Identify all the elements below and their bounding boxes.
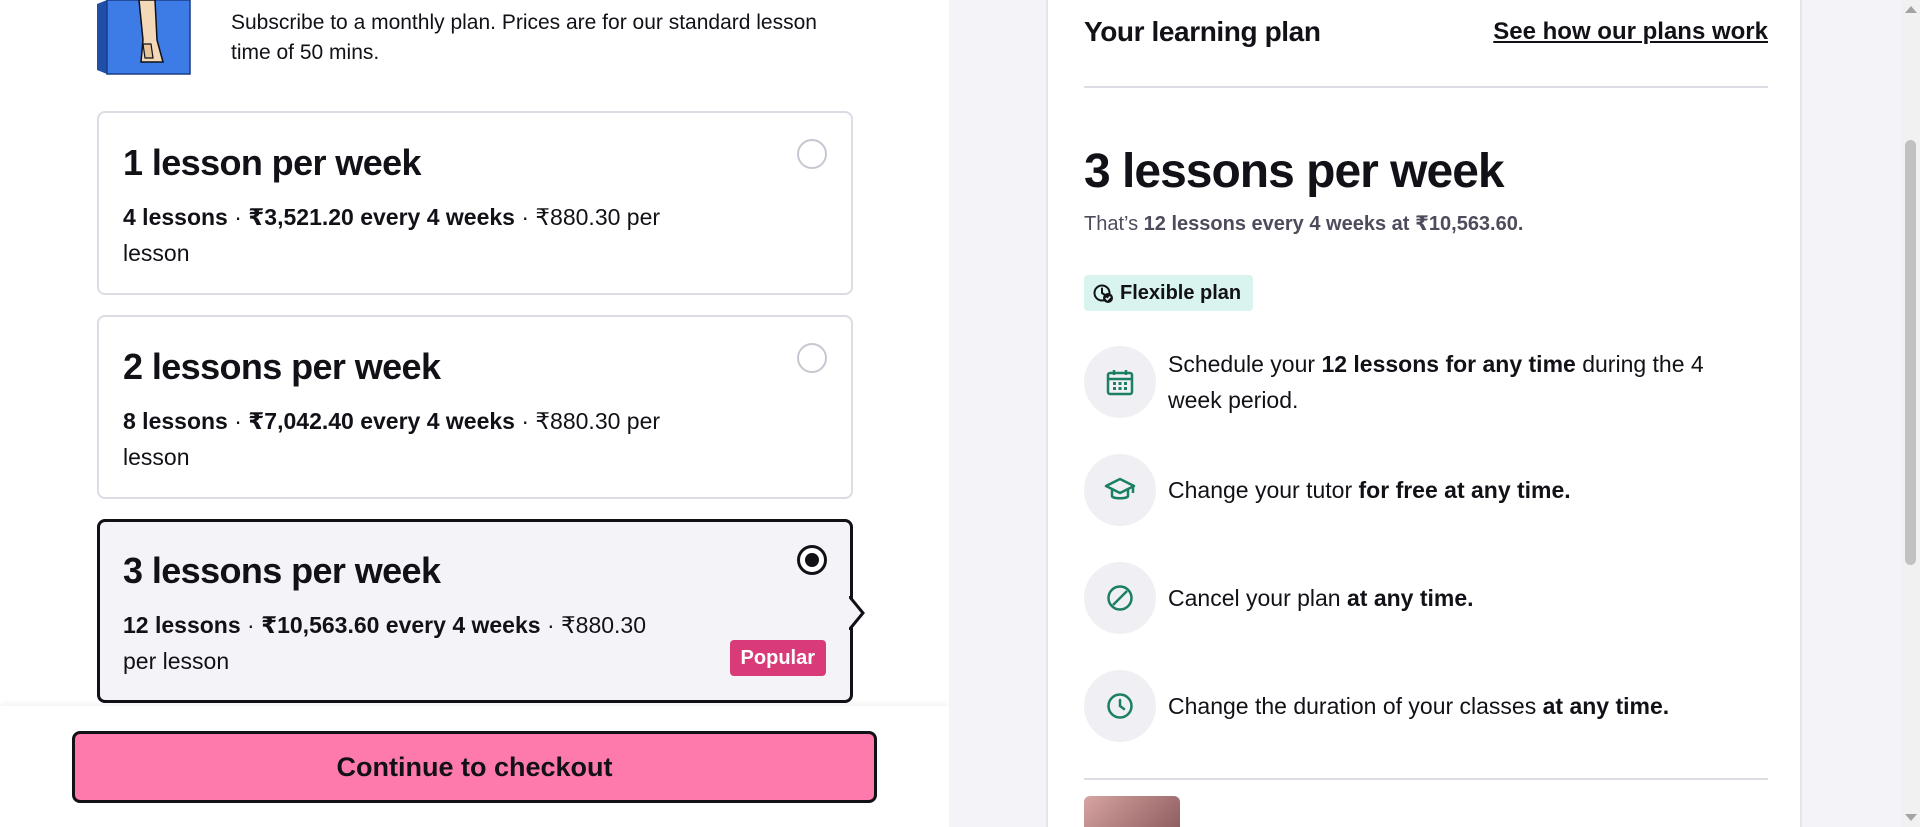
divider bbox=[1084, 778, 1768, 780]
scrollbar-thumb[interactable] bbox=[1905, 140, 1916, 565]
feature-text: Change the duration of your classes at a… bbox=[1168, 693, 1670, 719]
feature-text: Cancel your plan at any time. bbox=[1168, 585, 1474, 611]
flexible-plan-badge: Flexible plan bbox=[1084, 275, 1254, 311]
scroll-down-arrow-icon[interactable] bbox=[1905, 814, 1917, 821]
radio-dot bbox=[805, 553, 819, 567]
plan-title: 3 lessons per week bbox=[123, 550, 441, 591]
calendar-icon bbox=[1084, 346, 1156, 418]
plan-description: 8 lessons · ₹7,042.40 every 4 weeks · ₹8… bbox=[123, 408, 661, 470]
clock-icon bbox=[1084, 670, 1156, 742]
checkout-bar: Continue to checkout bbox=[0, 706, 949, 827]
feature-change-duration: Change the duration of your classes at a… bbox=[1084, 670, 1768, 742]
plan-option-2-lessons[interactable]: 2 lessons per week 8 lessons · ₹7,042.40… bbox=[97, 315, 853, 499]
panel-header: Your learning plan See how our plans wor… bbox=[1084, 12, 1768, 62]
popular-badge: Popular bbox=[729, 640, 826, 676]
scroll-up-arrow-icon[interactable] bbox=[1905, 6, 1917, 13]
see-how-plans-work-link[interactable]: See how our plans work bbox=[1493, 12, 1768, 52]
plan-description: 4 lessons · ₹3,521.20 every 4 weeks · ₹8… bbox=[123, 204, 661, 266]
flexible-clock-icon bbox=[1093, 284, 1113, 303]
plan-intro: Subscribe to a monthly plan. Prices are … bbox=[97, 0, 857, 75]
plan-radio-selected[interactable] bbox=[797, 545, 827, 575]
continue-to-checkout-button[interactable]: Continue to checkout bbox=[72, 731, 877, 803]
feature-schedule: Schedule your 12 lessons for any time du… bbox=[1084, 346, 1768, 418]
graduation-cap-icon bbox=[1084, 454, 1156, 526]
learning-plan-column: Your learning plan See how our plans wor… bbox=[949, 0, 1901, 827]
feature-change-tutor: Change your tutor for free at any time. bbox=[1084, 454, 1768, 526]
feature-text: Change your tutor for free at any time. bbox=[1168, 477, 1571, 503]
panel-title: Your learning plan bbox=[1084, 16, 1321, 47]
flexible-plan-label: Flexible plan bbox=[1120, 281, 1242, 304]
plan-description: 12 lessons · ₹10,563.60 every 4 weeks · … bbox=[123, 612, 646, 674]
page-scrollbar[interactable] bbox=[1901, 0, 1920, 827]
divider bbox=[1084, 86, 1768, 88]
plan-radio[interactable] bbox=[797, 139, 827, 169]
book-illustration-icon bbox=[97, 0, 193, 75]
plan-title: 1 lesson per week bbox=[123, 142, 422, 183]
learning-plan-panel: Your learning plan See how our plans wor… bbox=[1046, 0, 1802, 827]
summary-title: 3 lessons per week bbox=[1084, 145, 1505, 198]
plan-option-1-lesson[interactable]: 1 lesson per week 4 lessons · ₹3,521.20 … bbox=[97, 111, 853, 295]
plan-option-3-lessons[interactable]: 3 lessons per week 12 lessons · ₹10,563.… bbox=[97, 519, 853, 703]
plan-radio[interactable] bbox=[797, 343, 827, 373]
plan-title: 2 lessons per week bbox=[123, 346, 441, 387]
plan-selection-column: Subscribe to a monthly plan. Prices are … bbox=[0, 0, 949, 827]
selected-card-pointer bbox=[849, 596, 865, 630]
intro-text: Subscribe to a monthly plan. Prices are … bbox=[231, 11, 817, 64]
feature-text: Schedule your 12 lessons for any time du… bbox=[1168, 351, 1704, 413]
tutor-avatar bbox=[1084, 796, 1180, 827]
summary-subtitle: That’s 12 lessons every 4 weeks at ₹10,5… bbox=[1084, 213, 1524, 235]
feature-cancel: Cancel your plan at any time. bbox=[1084, 562, 1768, 634]
cancel-icon bbox=[1084, 562, 1156, 634]
